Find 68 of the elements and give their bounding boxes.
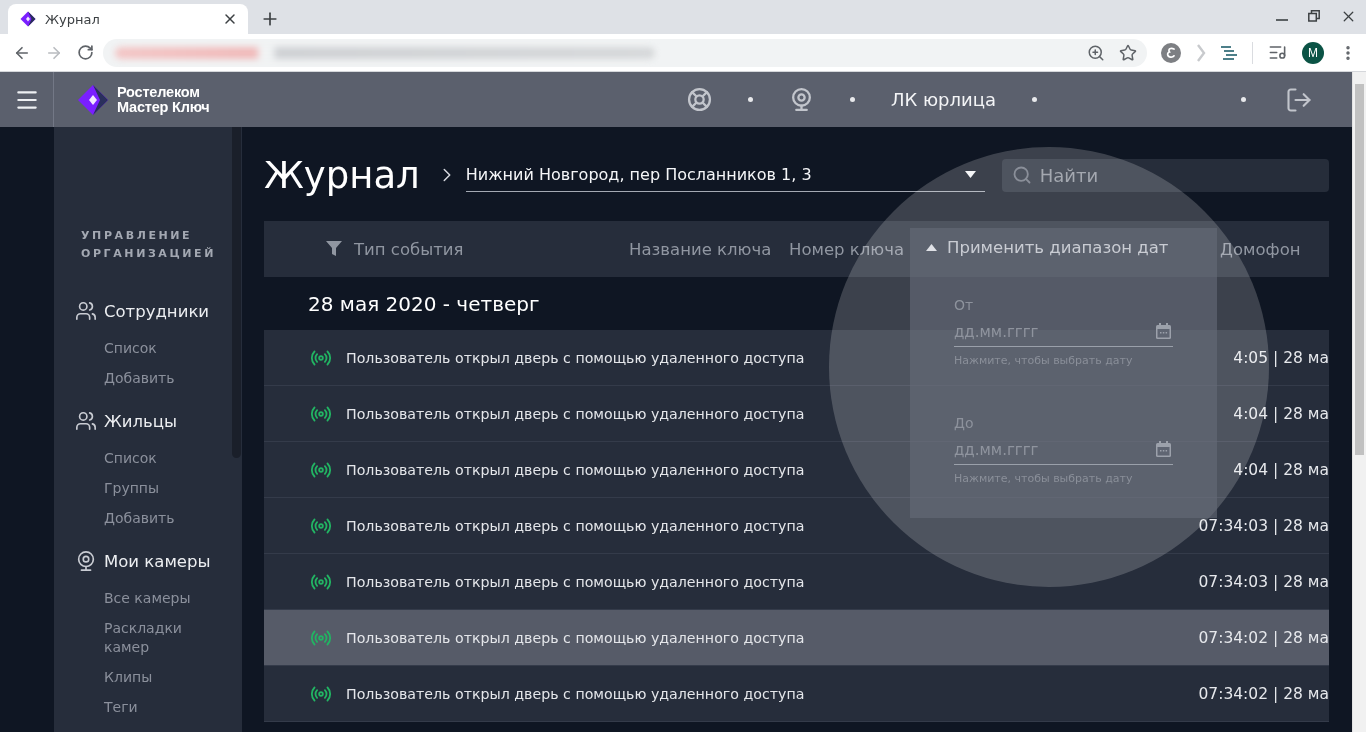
filter-icon[interactable] [326,241,342,257]
people-icon [75,300,97,322]
dot-icon [849,97,855,102]
address-field[interactable] [103,38,1147,67]
sidebar-item[interactable]: Все камеры [75,583,205,613]
calendar-icon[interactable] [1156,323,1171,339]
field-label: От [954,296,974,314]
event-text: Пользователь открыл дверь с помощью удаленного доступа [346,573,805,590]
event-time: 4:04 | 28 ма [1233,404,1329,423]
sidebar-section-title[interactable]: Жильцы [104,411,178,431]
star-icon[interactable] [1119,43,1137,62]
scrollbar-thumb[interactable] [232,127,241,458]
event-text: Пользователь открыл дверь с помощью удаленного доступа [346,629,805,646]
date-heading: 28 мая 2020 - четверг [308,290,540,318]
search-icon [1011,165,1032,185]
date-range-toggle[interactable]: Применить диапазон дат [947,237,1169,257]
caret-icon [964,171,976,178]
camera-icon [75,550,97,572]
dot-icon [747,97,753,102]
close-icon[interactable] [222,11,238,27]
sidebar-section-title[interactable]: Мои камеры [104,551,211,571]
playlist-icon[interactable] [1268,43,1287,62]
date-field[interactable]: дд.мм.гггг [954,317,1173,347]
event-time: 07:34:03 | 28 ма [1198,516,1329,535]
sidebar-item[interactable]: Теги [75,692,205,722]
event-time: 07:34:02 | 28 ма [1198,684,1329,703]
dot-icon [1241,97,1246,102]
event-text: Пользователь открыл дверь с помощью удаленного доступа [346,405,805,422]
event-time: 07:34:03 | 28 ма [1198,572,1329,591]
sidebar-item[interactable]: Клипы [75,662,205,692]
lifebuoy-icon[interactable] [686,87,712,112]
sidebar-item[interactable]: Список [75,333,205,363]
sidebar-item[interactable]: Добавить [75,503,205,533]
sidebar-item[interactable]: Добавить [75,363,205,393]
column-header[interactable]: Домофон [1220,239,1301,259]
column-header[interactable]: Тип события [354,239,464,259]
dot-icon [1032,97,1037,102]
event-text: Пользователь открыл дверь с помощью удаленного доступа [346,517,805,534]
column-header[interactable]: Номер ключа [789,239,905,259]
event-text: Пользователь открыл дверь с помощью удаленного доступа [346,349,805,366]
event-text: Пользователь открыл дверь с помощью удаленного доступа [346,685,805,702]
logo-wordmark: Ростелеком Мастер Ключ [117,84,210,115]
sidebar-item[interactable]: Список [75,443,205,473]
sidebar-item[interactable]: Группы [75,473,205,503]
event-text: Пользователь открыл дверь с помощью удаленного доступа [346,461,805,478]
restore-icon[interactable] [1308,10,1320,22]
favicon-icon [20,11,36,27]
sidebar-heading: УПРАВЛЕНИЕ ОРГАНИЗАЦИЕЙ [80,228,217,262]
account-link[interactable]: ЛК юрлица [890,89,996,110]
event-time: 4:04 | 28 ма [1233,460,1329,479]
reload-icon[interactable] [77,44,94,61]
logout-icon[interactable] [1285,85,1313,114]
column-header[interactable]: Название ключа [629,239,772,259]
page-title: Журнал [264,153,420,197]
extension-icon[interactable] [1161,42,1181,63]
event-time: 4:05 | 28 ма [1233,348,1329,367]
people-icon [75,410,97,432]
event-time: 07:34:02 | 28 ма [1198,628,1329,647]
address-select[interactable]: Нижний Новгород, пер Посланников 1, 3 [465,158,985,192]
browser-tab[interactable]: Журнал [8,4,248,34]
search-field[interactable]: Найти [1001,158,1329,192]
zoom-icon[interactable] [1087,43,1105,62]
logo-icon [77,83,109,116]
sidebar-item[interactable]: Раскладки камер [75,613,205,662]
scrollbar-thumb[interactable] [1355,84,1364,455]
profile-avatar[interactable]: M [1302,41,1324,64]
sidebar-section-title[interactable]: Сотрудники [104,301,210,321]
list-icon[interactable] [1221,45,1237,60]
